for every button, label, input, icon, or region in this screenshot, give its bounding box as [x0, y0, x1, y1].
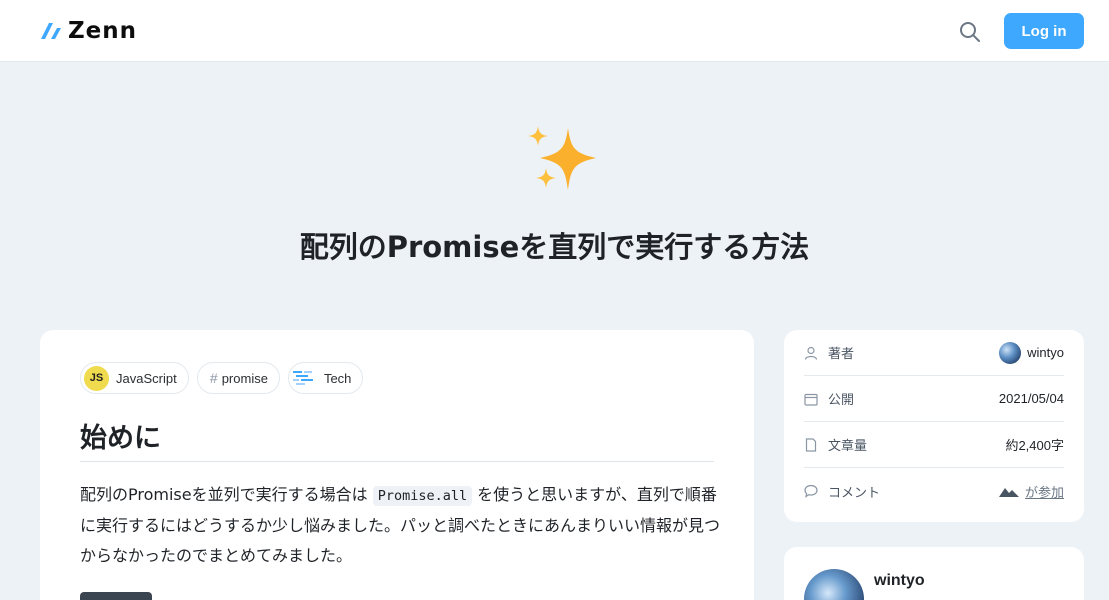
author-link[interactable]: wintyo	[999, 341, 1064, 364]
author-avatar[interactable]	[804, 569, 864, 600]
zenn-logo[interactable]: Zenn	[40, 18, 137, 44]
comment-icon	[804, 484, 818, 498]
author-name: wintyo	[1027, 345, 1064, 360]
info-row-published: 公開 2021/05/04	[804, 376, 1064, 422]
intro-paragraph: 配列のPromiseを並列で実行する場合は Promise.all を使うと思い…	[80, 480, 720, 571]
author-card-name[interactable]: wintyo	[874, 572, 925, 590]
comment-link[interactable]: が参加	[998, 482, 1064, 501]
article-card: JS JavaScript # promise Tech 始めに 配列のProm…	[40, 330, 754, 600]
character-count: 約2,400字	[1005, 438, 1064, 453]
heading-divider	[80, 461, 714, 462]
info-row-author: 著者 wintyo	[804, 330, 1064, 376]
logo-text: Zenn	[68, 18, 138, 44]
mountain-icon	[998, 488, 1019, 497]
inline-code: Promise.all	[372, 486, 473, 506]
avatar	[999, 341, 1022, 364]
paragraph-text: 配列のPromiseを並列で実行する場合は	[80, 485, 373, 504]
section-heading: 始めに	[80, 423, 161, 454]
published-date: 2021/05/04	[998, 391, 1064, 406]
user-icon	[804, 346, 818, 360]
code-block-header	[80, 592, 152, 600]
document-icon	[805, 437, 817, 452]
site-header: Zenn Log in	[0, 0, 1109, 62]
info-label: コメント	[828, 485, 881, 501]
article-info-card: 著者 wintyo 公開 2021/05/04 文章量 約2,400字 コメント…	[784, 330, 1084, 522]
topic-list: JS JavaScript # promise Tech	[80, 362, 364, 394]
calendar-icon	[804, 393, 818, 406]
info-label: 著者	[828, 347, 855, 362]
zenn-logo-icon	[41, 23, 61, 39]
article-title: 配列のPromiseを直列で実行する方法	[299, 230, 810, 264]
sparkles-icon	[524, 124, 600, 198]
search-button[interactable]	[958, 20, 982, 44]
comment-join-link: が参加	[1024, 484, 1064, 500]
search-icon	[960, 22, 980, 42]
topic-label: JavaScript	[116, 370, 177, 386]
tech-icon	[292, 366, 317, 391]
info-row-length: 文章量 約2,400字	[804, 422, 1064, 468]
topic-label: Tech	[323, 370, 352, 386]
info-row-comment: コメント が参加	[804, 468, 1064, 514]
info-label: 文章量	[828, 439, 868, 454]
info-label: 公開	[828, 393, 855, 408]
hash-icon: #	[209, 370, 218, 386]
author-card: wintyo	[784, 547, 1084, 600]
topic-tech[interactable]: Tech	[287, 362, 364, 394]
topic-promise[interactable]: # promise	[196, 362, 280, 394]
topic-label: promise	[221, 370, 268, 386]
javascript-icon: JS	[84, 365, 109, 391]
login-button[interactable]: Log in	[1004, 13, 1084, 49]
topic-javascript[interactable]: JS JavaScript	[80, 362, 189, 394]
